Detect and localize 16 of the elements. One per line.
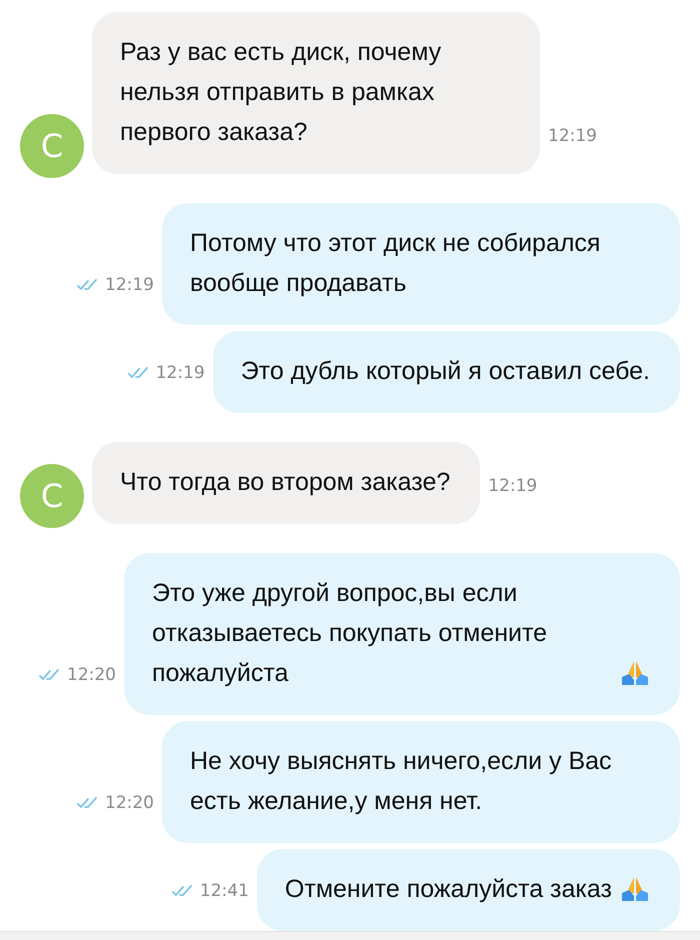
- message-time: 12:41: [200, 881, 249, 901]
- message-time: 12:19: [548, 126, 597, 146]
- message-text: Это дубль который я оставил себе.: [240, 356, 650, 387]
- message-text: Раз у вас есть диск, почему нельзя отправить в рамках первого заказа?: [120, 37, 442, 148]
- message-time: 12:19: [488, 476, 538, 496]
- message-text: Что тогда во втором заказе?: [120, 467, 450, 498]
- message-time: 12:20: [105, 793, 154, 813]
- message-time: 12:19: [156, 363, 205, 383]
- message-time: 12:20: [67, 665, 116, 685]
- message-text: Отмените пожалуйста заказ: [284, 874, 612, 905]
- message-text: Не хочу выяснять ничего,если у Вас есть желание,у меня нет.: [190, 746, 613, 817]
- message-text: Потому что этот диск не собирался вообще продавать: [190, 228, 602, 299]
- message-time: 12:19: [105, 275, 154, 295]
- message-text: Это уже другой вопрос,вы если отказываетесь покупать отмените пожалуйста: [152, 578, 548, 689]
- avatar: С: [20, 464, 84, 528]
- avatar: С: [20, 114, 84, 178]
